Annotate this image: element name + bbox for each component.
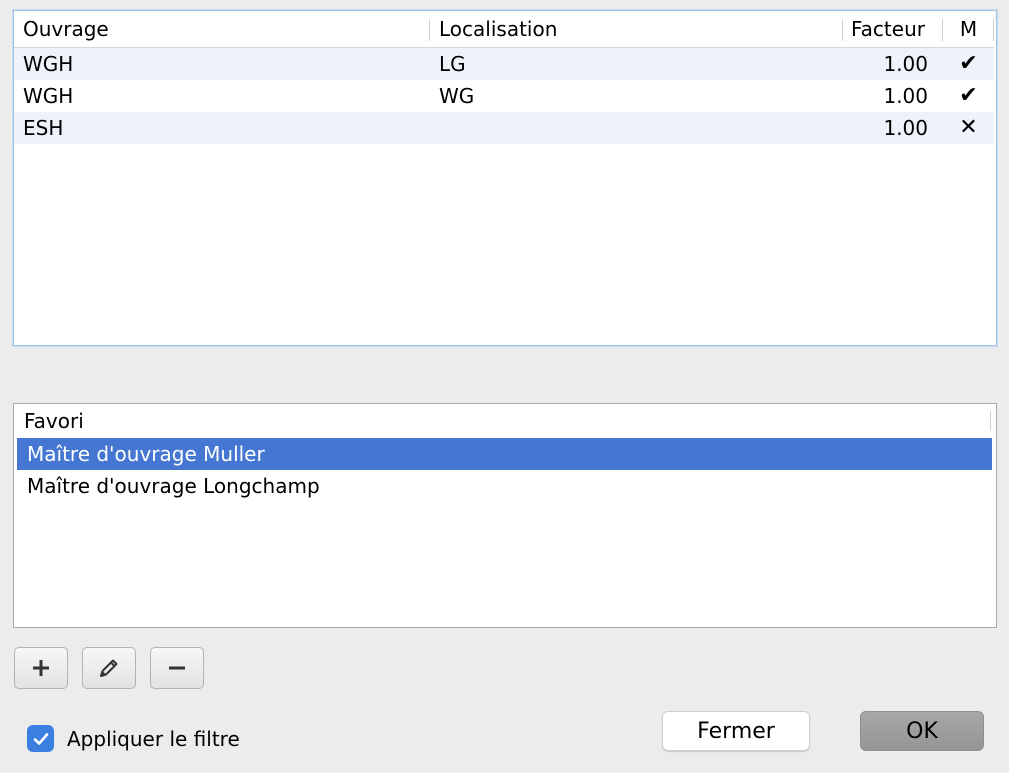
cell-ouvrage: ESH	[23, 116, 64, 140]
cell-localisation: WG	[439, 84, 475, 108]
cell-ouvrage: WGH	[23, 52, 74, 76]
apply-filter-control[interactable]: Appliquer le filtre	[27, 725, 240, 752]
cell-facteur: 1.00	[883, 116, 928, 140]
apply-filter-checkbox[interactable]	[27, 725, 54, 752]
check-icon[interactable]: ✔	[943, 80, 994, 112]
column-header-localisation[interactable]: Localisation	[430, 11, 843, 47]
ouvrage-table[interactable]: Ouvrage Localisation Facteur M WGH LG 1.…	[13, 10, 997, 346]
cell-facteur: 1.00	[883, 84, 928, 108]
favorites-header: Favori	[14, 404, 996, 438]
minus-icon	[169, 666, 185, 670]
favorite-item-muller[interactable]: Maître d'ouvrage Muller	[17, 438, 992, 470]
table-row[interactable]: WGH LG 1.00 ✔	[14, 48, 994, 80]
favorites-list[interactable]: Favori Maître d'ouvrage Muller Maître d'…	[13, 403, 997, 628]
cross-icon[interactable]: ✕	[943, 112, 994, 144]
plus-icon	[33, 660, 49, 676]
edit-button[interactable]	[82, 647, 136, 689]
apply-filter-label: Appliquer le filtre	[67, 726, 240, 751]
table-row[interactable]: ESH 1.00 ✕	[14, 112, 994, 144]
add-button[interactable]	[14, 647, 68, 689]
column-header-facteur[interactable]: Facteur	[843, 11, 943, 47]
check-icon[interactable]: ✔	[943, 48, 994, 80]
remove-button[interactable]	[150, 647, 204, 689]
table-body: WGH LG 1.00 ✔ WGH WG 1.00 ✔ ESH 1.00 ✕	[14, 48, 994, 144]
checkmark-icon	[33, 732, 48, 745]
column-header-ouvrage[interactable]: Ouvrage	[14, 11, 430, 47]
table-header: Ouvrage Localisation Facteur M	[14, 11, 994, 48]
table-row[interactable]: WGH WG 1.00 ✔	[14, 80, 994, 112]
column-header-m[interactable]: M	[943, 11, 994, 47]
close-button[interactable]: Fermer	[662, 711, 810, 751]
cell-localisation	[430, 112, 843, 144]
cell-ouvrage: WGH	[23, 84, 74, 108]
favorite-item-longchamp[interactable]: Maître d'ouvrage Longchamp	[17, 470, 992, 502]
cell-localisation: LG	[439, 52, 466, 76]
cell-facteur: 1.00	[883, 52, 928, 76]
pencil-icon	[100, 659, 118, 677]
ok-button[interactable]: OK	[860, 711, 984, 751]
